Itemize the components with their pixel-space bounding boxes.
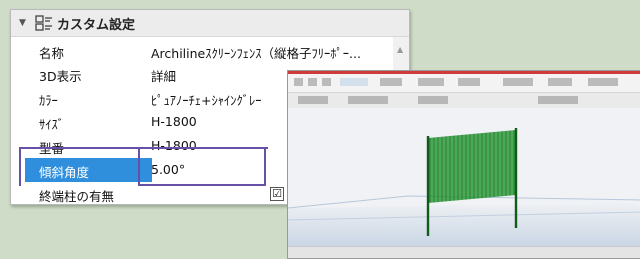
property-value[interactable]: Archilineｽｸﾘｰﾝﾌｪﾝｽ（縦格子ﾌﾘｰﾎﾟｰ... — [151, 43, 361, 62]
property-key: 終端柱の有無 — [39, 189, 115, 204]
scroll-up-icon[interactable]: ▲ — [397, 45, 403, 54]
tool-icon — [418, 78, 444, 86]
property-key: 名称 — [39, 46, 65, 61]
caret-down-icon[interactable]: ▼ — [19, 18, 27, 28]
tool-icon — [548, 78, 572, 86]
status-bar — [288, 246, 640, 258]
property-value[interactable]: ﾋﾟｭｱﾉｰﾁｪ+ｼｬｲﾝｸﾞﾚｰ — [151, 90, 261, 109]
property-key: 3D表示 — [39, 69, 82, 84]
tool-icon — [588, 78, 618, 86]
properties-icon — [35, 14, 53, 32]
tool-icon — [308, 78, 317, 86]
property-value[interactable]: 詳細 — [151, 66, 176, 85]
tool-icon — [458, 78, 480, 86]
tool-icon — [380, 78, 402, 86]
property-key: 傾斜角度 — [39, 165, 90, 180]
tab-icon — [298, 96, 328, 104]
tool-icon — [322, 78, 331, 86]
tool-tab — [340, 78, 368, 86]
tab-bar — [288, 93, 640, 109]
tab-icon — [418, 96, 448, 104]
property-key: ｶﾗｰ — [39, 93, 58, 108]
tab-icon — [348, 96, 388, 104]
highlight-box — [138, 147, 266, 186]
property-value[interactable]: H-1800 — [151, 114, 197, 129]
3d-viewport[interactable] — [288, 108, 640, 248]
tool-icon — [294, 78, 303, 86]
ribbon-toolbar — [288, 74, 640, 93]
highlight-box-left — [19, 147, 21, 186]
tab-icon — [538, 96, 578, 104]
panel-title: カスタム設定 — [57, 17, 136, 33]
property-key: ｻｲｽﾞ — [39, 117, 65, 132]
cad-screenshot: ‹ — [287, 70, 640, 259]
property-row-name[interactable]: 名称 Archilineｽｸﾘｰﾝﾌｪﾝｽ（縦格子ﾌﾘｰﾎﾟｰ... — [11, 39, 396, 63]
checkbox-checked-icon[interactable]: ☑ — [270, 187, 284, 201]
panel-header[interactable]: ▼ カスタム設定 — [11, 10, 409, 37]
tool-icon — [503, 78, 533, 86]
